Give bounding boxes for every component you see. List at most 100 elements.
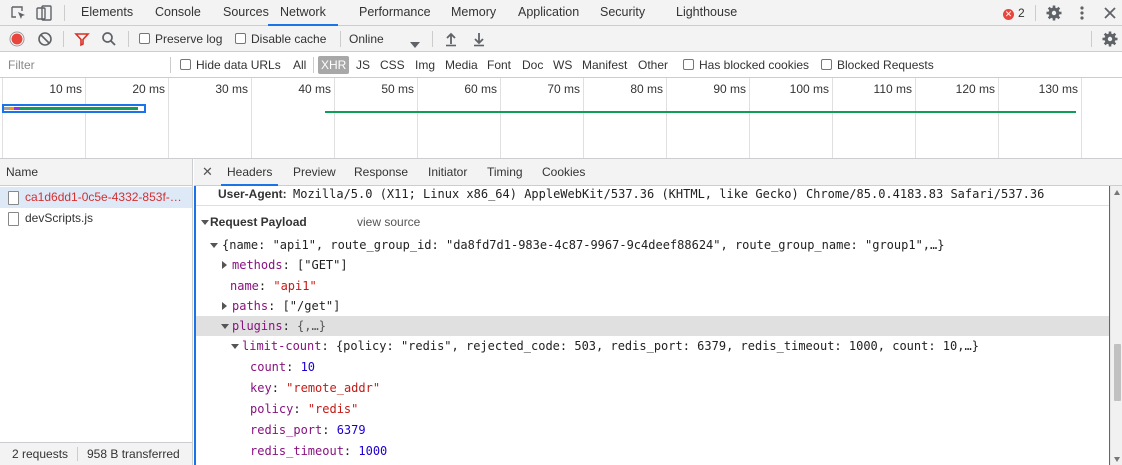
scrollbar-thumb[interactable] <box>1114 344 1121 401</box>
limit-count-key: limit-count <box>242 339 322 353</box>
request-detail-panel: ✕ Headers Preview Response Initiator Tim… <box>194 159 1122 465</box>
file-icon <box>8 191 19 205</box>
tab-preview[interactable]: Preview <box>293 159 336 186</box>
payload-paths-row[interactable]: paths: ["/get"] <box>196 296 1109 316</box>
throttling-select[interactable]: Online <box>349 26 384 52</box>
payload-plugins-row[interactable]: plugins: {,…} <box>196 316 1109 336</box>
tab-console[interactable]: Console <box>155 0 201 26</box>
collapse-triangle-icon[interactable] <box>222 261 227 269</box>
settings-gear-icon[interactable] <box>1045 4 1063 22</box>
search-icon[interactable] <box>101 31 117 47</box>
timeline-tick-label: 10 ms <box>49 82 82 96</box>
name-key: name <box>230 279 259 293</box>
error-count: 2 <box>1018 6 1025 20</box>
preserve-log-checkbox[interactable]: Preserve log <box>139 26 222 52</box>
disable-cache-checkbox[interactable]: Disable cache <box>235 26 326 52</box>
view-source-link[interactable]: view source <box>357 212 420 232</box>
tab-elements[interactable]: Elements <box>81 0 133 26</box>
hide-data-urls-box[interactable] <box>180 59 191 70</box>
payload-limit-count-row[interactable]: limit-count: {policy: "redis", rejected_… <box>196 336 1109 356</box>
request-list-panel: Name ca1d6dd1-0c5e-4332-853f-… devScript… <box>0 159 193 465</box>
expand-triangle-icon[interactable] <box>221 324 229 329</box>
collapse-triangle-icon[interactable] <box>222 302 227 310</box>
tab-sources[interactable]: Sources <box>223 0 269 26</box>
tab-performance[interactable]: Performance <box>359 0 431 26</box>
type-filter-xhr[interactable]: XHR <box>318 56 350 74</box>
tab-network[interactable]: Network <box>268 0 338 26</box>
chevron-down-icon[interactable] <box>410 37 420 51</box>
more-options-icon[interactable] <box>1073 4 1091 22</box>
type-filter-other[interactable]: Other <box>635 56 671 74</box>
methods-key: methods <box>232 258 283 272</box>
toolbar-divider <box>1035 5 1036 21</box>
type-filter-ws[interactable]: WS <box>550 56 575 74</box>
filter-icon[interactable] <box>74 31 90 47</box>
filter-input[interactable] <box>2 55 168 75</box>
toolbar-divider <box>64 5 65 21</box>
plugins-value: {,…} <box>297 319 326 333</box>
type-filter-all[interactable]: All <box>290 56 309 74</box>
tab-lighthouse[interactable]: Lighthouse <box>676 0 737 26</box>
tab-timing[interactable]: Timing <box>487 159 523 186</box>
filter-bar: Hide data URLs All XHR JS CSS Img Media … <box>0 52 1122 78</box>
expand-triangle-icon[interactable] <box>231 344 239 349</box>
request-row[interactable]: devScripts.js <box>0 208 192 229</box>
scroll-up-icon[interactable] <box>1114 190 1120 195</box>
expand-triangle-icon[interactable] <box>201 220 209 225</box>
expand-triangle-icon[interactable] <box>210 243 218 248</box>
import-har-icon[interactable] <box>443 31 459 47</box>
payload-count-row: count: 10 <box>250 360 316 374</box>
tab-application[interactable]: Application <box>518 0 579 26</box>
timeline-grid-line <box>85 78 86 158</box>
timeline-selection-bar[interactable] <box>2 104 146 113</box>
payload-methods-row[interactable]: methods: ["GET"] <box>196 255 1109 275</box>
timeline-grid-line <box>334 78 335 158</box>
tab-response[interactable]: Response <box>354 159 408 186</box>
preserve-log-box[interactable] <box>139 33 150 44</box>
type-filter-font[interactable]: Font <box>484 56 514 74</box>
type-filter-css[interactable]: CSS <box>377 56 408 74</box>
type-filter-img[interactable]: Img <box>412 56 438 74</box>
tab-initiator[interactable]: Initiator <box>428 159 467 186</box>
close-devtools-icon[interactable] <box>1101 4 1119 22</box>
toolbar-divider <box>432 31 433 47</box>
network-settings-gear-icon[interactable] <box>1101 30 1119 48</box>
device-toolbar-icon[interactable] <box>35 4 53 22</box>
type-filter-js[interactable]: JS <box>353 56 373 74</box>
status-divider <box>77 447 78 461</box>
timeline-grid-line <box>417 78 418 158</box>
blocked-requests-checkbox[interactable]: Blocked Requests <box>821 52 934 78</box>
clear-icon[interactable] <box>37 31 53 47</box>
timeline-request-bar <box>325 111 1076 113</box>
type-filter-doc[interactable]: Doc <box>519 56 546 74</box>
toolbar-divider <box>340 31 341 47</box>
detail-scrollbar[interactable] <box>1110 186 1122 465</box>
timeline-tick-label: 120 ms <box>955 82 995 96</box>
error-count-badge[interactable]: ✕ 2 <box>1003 5 1025 21</box>
payload-root-row[interactable]: {name: "api1", route_group_id: "da8fd7d1… <box>196 235 1109 255</box>
tab-cookies[interactable]: Cookies <box>542 159 585 186</box>
hide-data-urls-checkbox[interactable]: Hide data URLs <box>180 52 281 78</box>
name-column-header[interactable]: Name <box>0 159 192 186</box>
user-agent-row: User-Agent: Mozilla/5.0 (X11; Linux x86_… <box>196 186 1109 206</box>
inspect-element-icon[interactable] <box>9 4 27 22</box>
type-filter-media[interactable]: Media <box>442 56 481 74</box>
redis-port-key: redis_port <box>250 423 323 437</box>
scroll-down-icon[interactable] <box>1114 457 1120 462</box>
type-filter-manifest[interactable]: Manifest <box>579 56 630 74</box>
timeline-overview[interactable]: 10 ms 20 ms 30 ms 40 ms 50 ms 60 ms 70 m… <box>0 78 1122 159</box>
blocked-requests-box[interactable] <box>821 59 832 70</box>
close-icon[interactable]: ✕ <box>202 164 213 180</box>
has-blocked-cookies-checkbox[interactable]: Has blocked cookies <box>683 52 809 78</box>
has-blocked-cookies-box[interactable] <box>683 59 694 70</box>
request-payload-header[interactable]: Request Payload view source <box>196 212 1109 232</box>
record-icon[interactable] <box>9 31 25 47</box>
tab-memory[interactable]: Memory <box>451 0 496 26</box>
tab-headers[interactable]: Headers <box>221 159 279 186</box>
export-har-icon[interactable] <box>471 31 487 47</box>
disable-cache-box[interactable] <box>235 33 246 44</box>
payload-name-row: name: "api1" <box>230 279 317 293</box>
timeline-tick-label: 80 ms <box>630 82 663 96</box>
tab-security[interactable]: Security <box>600 0 645 26</box>
request-row[interactable]: ca1d6dd1-0c5e-4332-853f-… <box>0 187 192 208</box>
